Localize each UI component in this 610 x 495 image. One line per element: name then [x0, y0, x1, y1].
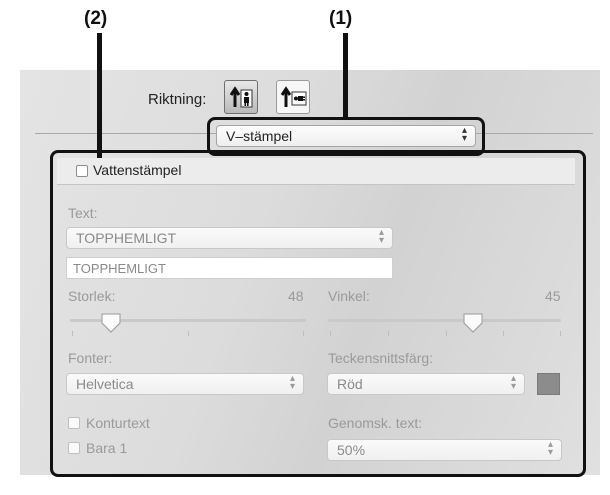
callout-2: (2) [84, 8, 108, 29]
portrait-direction-button[interactable] [224, 80, 258, 114]
direction-label: Riktning: [148, 91, 207, 108]
portrait-person-icon [229, 86, 253, 108]
callout-2-leader [97, 33, 102, 158]
landscape-direction-button[interactable] [276, 80, 310, 114]
callout-1-leader [343, 33, 348, 120]
landscape-person-icon [280, 86, 307, 107]
callout-2-frame [50, 150, 586, 477]
callout-1: (1) [329, 8, 353, 29]
